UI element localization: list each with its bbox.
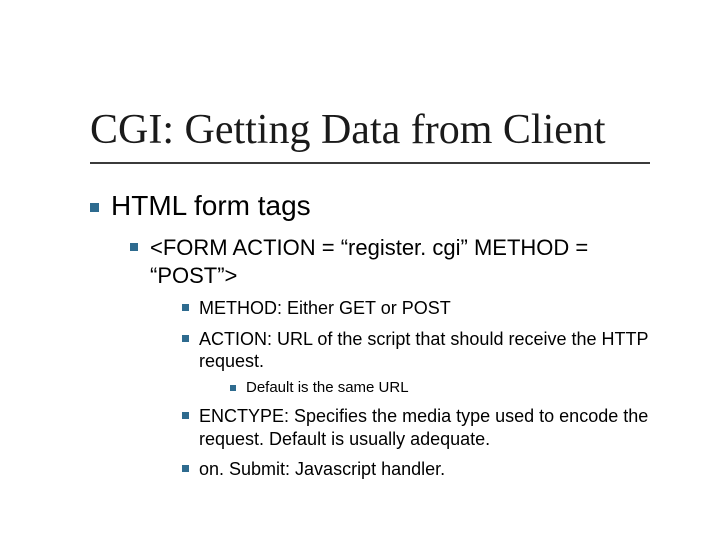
bullet-level3: ACTION: URL of the script that should re… — [182, 328, 650, 373]
square-bullet-icon — [130, 243, 138, 251]
bullet-level3: METHOD: Either GET or POST — [182, 297, 650, 320]
square-bullet-icon — [230, 385, 236, 391]
square-bullet-icon — [182, 465, 189, 472]
bullet-level2: <FORM ACTION = “register. cgi” METHOD = … — [130, 234, 650, 289]
bullet-level3: on. Submit: Javascript handler. — [182, 458, 650, 481]
level2-text: <FORM ACTION = “register. cgi” METHOD = … — [150, 234, 650, 289]
square-bullet-icon — [90, 203, 99, 212]
title-underline — [90, 162, 650, 164]
slide-title: CGI: Getting Data from Client — [90, 108, 650, 152]
bullet-level4: Default is the same URL — [230, 379, 650, 398]
slide: CGI: Getting Data from Client HTML form … — [0, 0, 720, 540]
square-bullet-icon — [182, 412, 189, 419]
level3-text-onsubmit: on. Submit: Javascript handler. — [199, 458, 649, 481]
level1-text: HTML form tags — [111, 190, 311, 222]
level4-text-default: Default is the same URL — [246, 379, 646, 398]
level3-text-action: ACTION: URL of the script that should re… — [199, 328, 649, 373]
level3-text-enctype: ENCTYPE: Specifies the media type used t… — [199, 405, 649, 450]
square-bullet-icon — [182, 304, 189, 311]
slide-content: HTML form tags <FORM ACTION = “register.… — [90, 180, 650, 481]
square-bullet-icon — [182, 335, 189, 342]
level3-text-method: METHOD: Either GET or POST — [199, 297, 649, 320]
bullet-level1: HTML form tags — [90, 190, 650, 222]
bullet-level3: ENCTYPE: Specifies the media type used t… — [182, 405, 650, 450]
